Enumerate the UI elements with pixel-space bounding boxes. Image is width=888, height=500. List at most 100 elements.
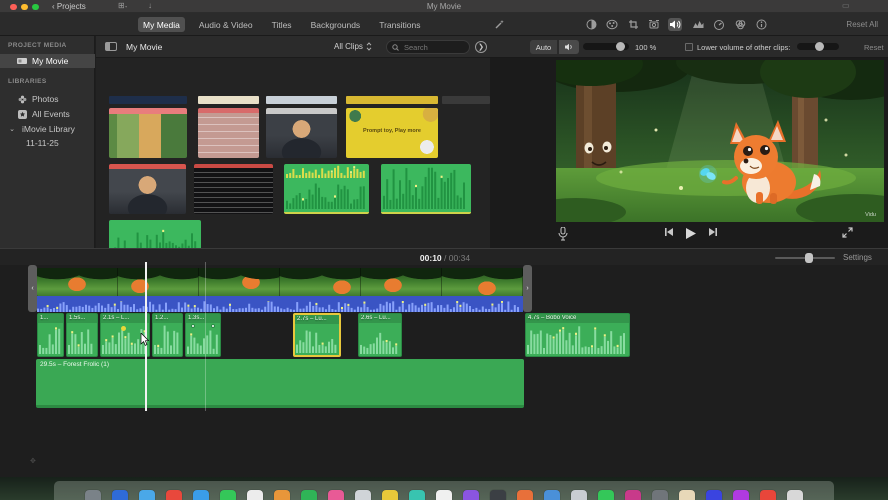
dock-app-icon[interactable]: [112, 490, 128, 500]
dock-app-icon[interactable]: [382, 490, 398, 500]
thumbnail-partial[interactable]: [109, 96, 187, 104]
dock-app-icon[interactable]: [571, 490, 587, 500]
dock-app-icon[interactable]: [193, 490, 209, 500]
clip-thumbnail-vlogger[interactable]: [266, 108, 337, 158]
crop-icon[interactable]: [626, 18, 640, 31]
clip-thumbnail-promo[interactable]: Prompt toy, Play more: [346, 108, 438, 158]
music-clip[interactable]: 29.5s – Forest Frolic (1): [36, 359, 524, 408]
thumbnail-partial[interactable]: [198, 96, 259, 104]
timeline-settings-button[interactable]: Settings: [843, 253, 872, 262]
volume-slider[interactable]: [583, 42, 629, 51]
video-preview[interactable]: Vidu: [556, 60, 884, 222]
speaker-button[interactable]: [559, 40, 579, 54]
thumbnail-partial[interactable]: [346, 96, 438, 104]
voiceover-mic-button[interactable]: [558, 227, 568, 241]
sidebar-toggle-icon[interactable]: [105, 42, 117, 51]
fullscreen-icon[interactable]: [842, 227, 853, 238]
back-to-projects-button[interactable]: ‹ Projects: [52, 2, 86, 11]
audio-clip-selected[interactable]: 2.7s – Lu...: [293, 313, 341, 357]
tab-transitions[interactable]: Transitions: [374, 17, 425, 32]
speed-icon[interactable]: [712, 18, 726, 31]
dock-app-icon[interactable]: [85, 490, 101, 500]
sidebar-item-event-date[interactable]: 11-11-25: [0, 136, 95, 150]
search-field[interactable]: [386, 40, 470, 54]
stabilization-icon[interactable]: [647, 18, 661, 31]
ducking-slider[interactable]: [797, 42, 839, 51]
clip-thumbnail-document[interactable]: [198, 108, 259, 158]
tab-titles[interactable]: Titles: [267, 17, 297, 32]
clip-thumbnail-vlogger-2[interactable]: [109, 164, 186, 214]
dock-app-icon[interactable]: [598, 490, 614, 500]
dock-app-icon[interactable]: [274, 490, 290, 500]
video-clip-filmstrip[interactable]: [37, 268, 523, 296]
play-button[interactable]: [684, 227, 697, 240]
tab-backgrounds[interactable]: Backgrounds: [306, 17, 366, 32]
thumbnail-partial[interactable]: [266, 96, 337, 104]
ducking-slider-knob[interactable]: [815, 42, 824, 51]
dock-app-icon[interactable]: [706, 490, 722, 500]
dock-app-icon[interactable]: [247, 490, 263, 500]
sidebar-item-my-movie[interactable]: My Movie: [0, 54, 95, 68]
audio-clip[interactable]: 1...: [37, 313, 64, 357]
audio-clip[interactable]: 1.2...: [152, 313, 183, 357]
import-media-icon[interactable]: ⊞˖: [118, 1, 127, 10]
lower-volume-checkbox[interactable]: [685, 43, 693, 51]
next-arrow-button[interactable]: ❯: [475, 41, 487, 53]
clip-filter-dropdown[interactable]: All Clips: [334, 42, 372, 51]
dock-app-icon[interactable]: [517, 490, 533, 500]
dock-app-icon[interactable]: [679, 490, 695, 500]
dock-app-icon[interactable]: [166, 490, 182, 500]
clip-thumbnail-terminal[interactable]: [194, 164, 273, 214]
download-icon[interactable]: ↓: [148, 1, 152, 10]
sidebar-item-photos[interactable]: Photos: [0, 92, 95, 106]
search-input[interactable]: [402, 41, 462, 53]
auto-volume-button[interactable]: Auto: [530, 40, 558, 54]
audio-clip[interactable]: 1.5s...: [66, 313, 98, 357]
clip-thumbnail-fox-grid[interactable]: [109, 108, 187, 158]
window-extra-icon[interactable]: ▭: [842, 1, 850, 10]
dock-app-icon[interactable]: [787, 490, 803, 500]
dock-app-icon[interactable]: [301, 490, 317, 500]
dock-app-icon[interactable]: [220, 490, 236, 500]
dock-app-icon[interactable]: [625, 490, 641, 500]
color-balance-icon[interactable]: [584, 18, 598, 31]
next-frame-button[interactable]: [708, 227, 718, 237]
tab-audio-video[interactable]: Audio & Video: [194, 17, 258, 32]
zoom-window-button[interactable]: [32, 3, 39, 10]
dock-app-icon[interactable]: [436, 490, 452, 500]
timeline-body[interactable]: ‹ › 1... 1.5s... 2.1s – L... 1.2... 1.3s…: [0, 262, 888, 478]
color-correction-icon[interactable]: [605, 18, 619, 31]
volume-icon[interactable]: [668, 18, 682, 31]
dock-app-icon[interactable]: [760, 490, 776, 500]
timeline-zoom-knob[interactable]: [805, 253, 813, 263]
dock-app-icon[interactable]: [490, 490, 506, 500]
clip-filter-icon[interactable]: [733, 18, 747, 31]
noise-reduction-icon[interactable]: [691, 18, 705, 31]
audio-clip[interactable]: 2.6s – Lu...: [358, 313, 402, 357]
sidebar-item-imovie-library[interactable]: ⌄ iMovie Library: [0, 122, 95, 136]
sidebar-item-all-events[interactable]: All Events: [0, 107, 95, 121]
dock-app-icon[interactable]: [328, 490, 344, 500]
tab-my-media[interactable]: My Media: [138, 17, 185, 32]
audio-clip[interactable]: 1.3s...: [185, 313, 221, 357]
previous-frame-button[interactable]: [664, 227, 674, 237]
left-trim-handle[interactable]: ‹: [28, 265, 37, 312]
audio-clip-thumbnail[interactable]: [381, 164, 471, 214]
timeline-zoom-slider[interactable]: [775, 253, 835, 263]
dock-app-icon[interactable]: [544, 490, 560, 500]
reset-button[interactable]: Reset: [864, 43, 884, 52]
info-icon[interactable]: [754, 18, 768, 31]
dock-app-icon[interactable]: [409, 490, 425, 500]
video-audio-track[interactable]: [37, 296, 523, 312]
audio-clip-bobo-voice[interactable]: 4.7s – Bobo Voice: [525, 313, 630, 357]
dock-app-icon[interactable]: [355, 490, 371, 500]
dock-app-icon[interactable]: [463, 490, 479, 500]
dock-app-icon[interactable]: [733, 490, 749, 500]
dock-app-icon[interactable]: [139, 490, 155, 500]
audio-clip-thumbnail[interactable]: [284, 164, 369, 214]
close-window-button[interactable]: [10, 3, 17, 10]
right-trim-handle[interactable]: ›: [523, 265, 532, 312]
thumbnail-partial[interactable]: [442, 96, 490, 104]
dock-app-icon[interactable]: [652, 490, 668, 500]
minimize-window-button[interactable]: [21, 3, 28, 10]
